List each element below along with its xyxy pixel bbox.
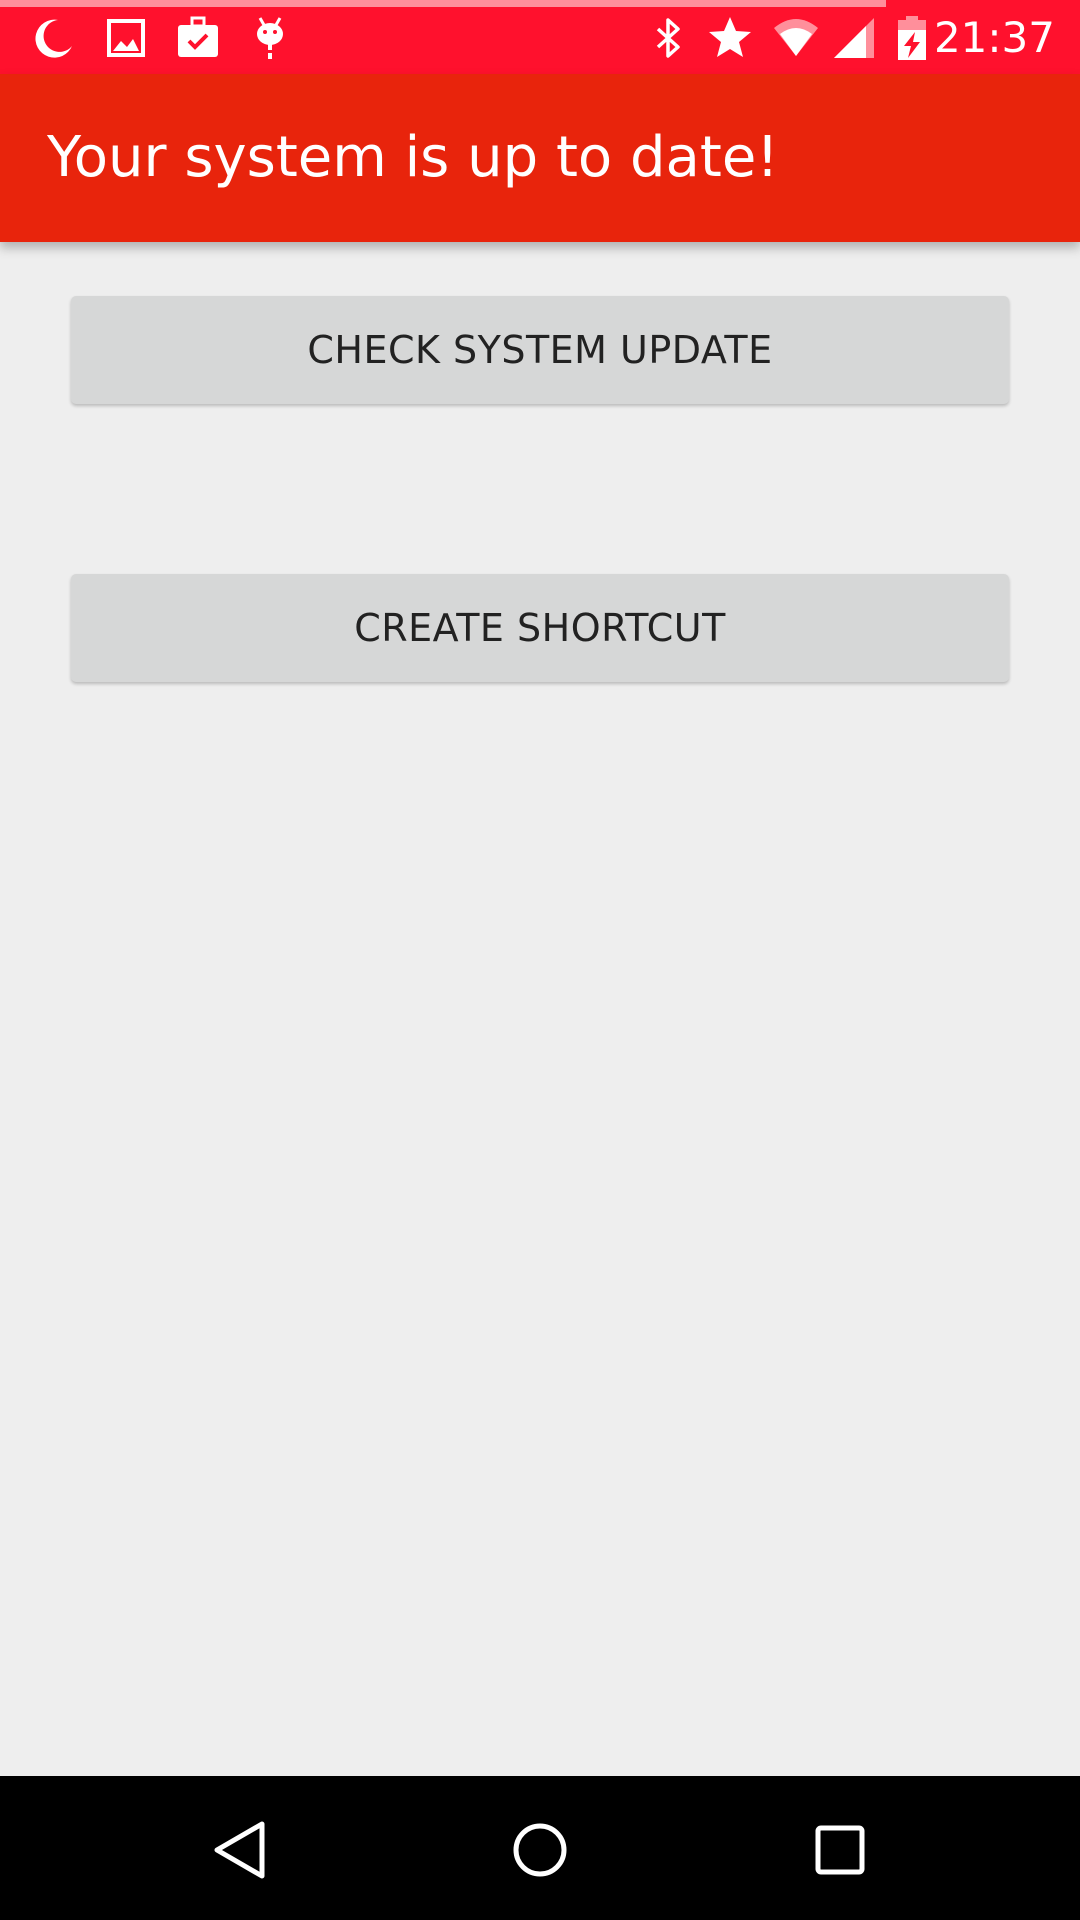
check-system-update-button[interactable]: CHECK SYSTEM UPDATE	[71, 296, 1009, 404]
star-icon	[706, 14, 754, 62]
back-icon[interactable]	[200, 1810, 280, 1890]
home-icon[interactable]	[500, 1810, 580, 1890]
recents-icon[interactable]	[800, 1810, 880, 1890]
battery-charging-icon	[888, 14, 936, 62]
status-bar: 21:37	[0, 0, 1080, 74]
status-progress-bar	[0, 0, 886, 7]
navigation-bar	[0, 1776, 1080, 1920]
app-bar: Your system is up to date!	[0, 74, 1080, 242]
page-title: Your system is up to date!	[47, 125, 779, 190]
create-shortcut-button[interactable]: CREATE SHORTCUT	[71, 574, 1009, 682]
briefcase-check-icon	[174, 14, 222, 62]
status-time: 21:37	[933, 13, 1055, 62]
bluetooth-icon	[644, 14, 692, 62]
image-icon	[102, 14, 150, 62]
android-debug-icon	[246, 14, 294, 62]
moon-icon	[28, 14, 76, 62]
screen: 21:37 Your system is up to date! CHECK S…	[0, 0, 1080, 1920]
cell-signal-icon	[830, 14, 878, 62]
wifi-icon	[772, 14, 820, 62]
